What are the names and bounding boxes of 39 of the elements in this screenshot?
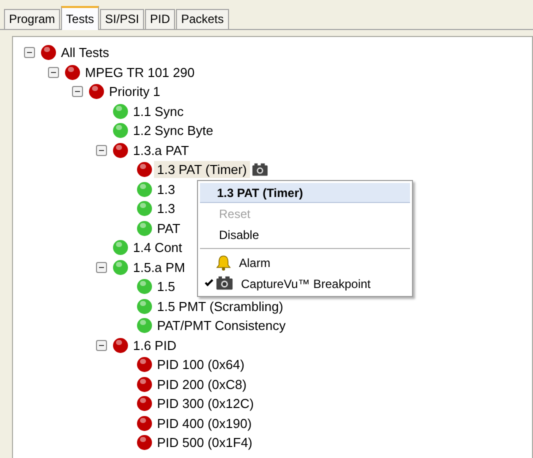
collapse-toggle[interactable] [96,262,106,273]
tree-item[interactable]: All Tests [58,44,112,62]
tab[interactable]: SI/PSI [100,9,144,29]
tree-item[interactable]: 1.5 [154,278,178,296]
collapse-toggle[interactable] [24,47,34,58]
tree-item[interactable]: 1.5.a PM [130,258,188,276]
tree-item[interactable]: 1.5 PMT (Scrambling) [154,298,286,315]
tree-item[interactable]: PAT/PMT Consistency [154,317,289,334]
tree-item[interactable]: 1.4 Cont [130,239,186,256]
tree-item[interactable]: 1.1 Sync [130,102,187,120]
check-icon [204,278,214,286]
tree-item[interactable]: MPEG TR 101 290 [82,64,198,81]
tree-item[interactable]: 1.3 [154,180,178,198]
collapse-toggle[interactable] [72,86,82,98]
tree-item[interactable]: PID 300 (0x12C) [154,395,257,412]
tree-item[interactable]: PID 400 (0x190) [154,414,255,432]
bell-icon [216,254,231,270]
tree-item[interactable]: 1.3.a PAT [130,142,192,159]
tree-item[interactable]: PID 500 (0x1F4) [154,434,256,452]
collapse-toggle[interactable] [48,66,58,78]
menu-item[interactable]: CaptureVu™ Breakpoint [198,273,412,294]
menu-item[interactable]: Alarm [198,252,412,273]
menu-item[interactable]: Disable [198,224,412,245]
tree-item[interactable]: 1.3 PAT (Timer) [154,161,250,178]
menu-title: 1.3 PAT (Timer) [200,183,410,203]
tab[interactable]: Tests [61,6,100,30]
tree-item[interactable]: 1.6 PID [130,336,180,354]
tree-item[interactable]: PID 200 (0xC8) [154,376,250,393]
tree-item[interactable]: 1.2 Sync Byte [130,122,216,140]
tab[interactable]: Packets [176,9,229,29]
camera-icon [216,276,233,291]
tree-item[interactable]: PID 100 (0x64) [154,356,248,374]
collapse-toggle[interactable] [96,340,106,351]
collapse-toggle[interactable] [96,144,106,156]
tab[interactable]: Program [4,9,60,29]
tree-item[interactable]: 1.3 [154,200,178,218]
tree-item[interactable]: PAT [154,220,184,237]
tree-item[interactable]: Priority 1 [106,83,164,100]
tab[interactable]: PID [145,9,176,29]
